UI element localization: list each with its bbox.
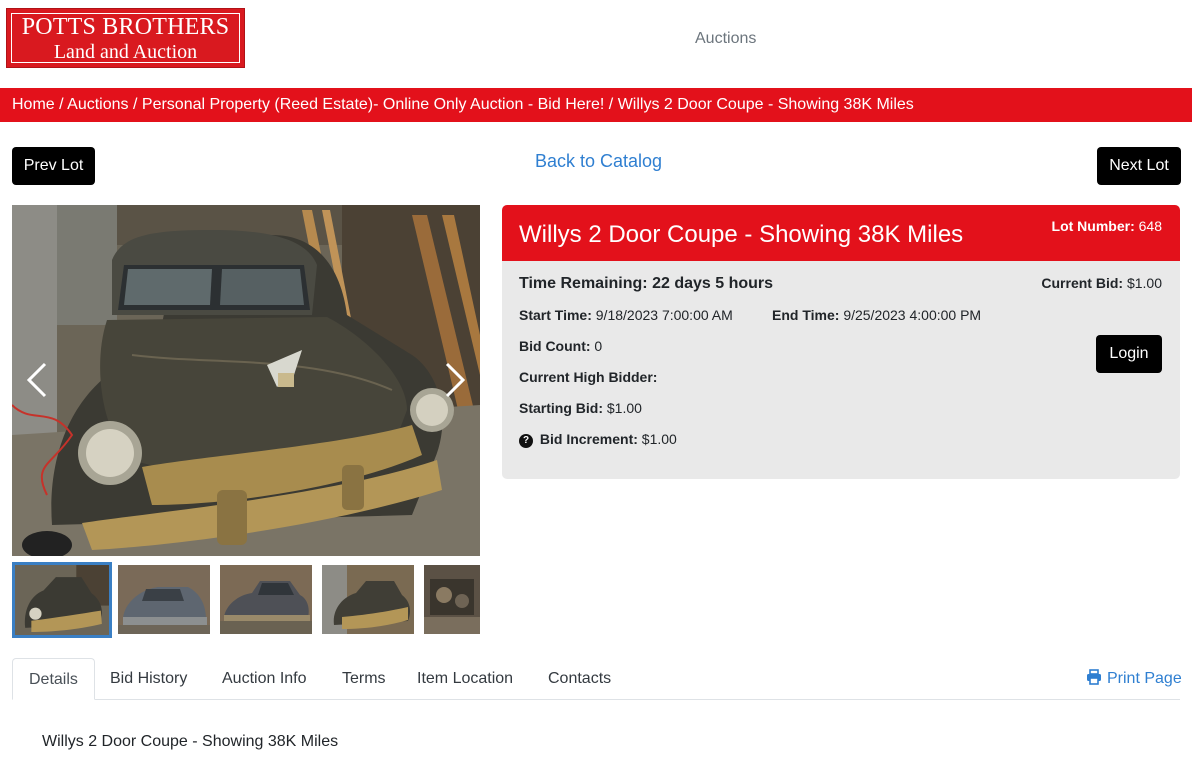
current-bid-value: $1.00 (1126, 275, 1162, 291)
breadcrumb-home[interactable]: Home (12, 96, 55, 113)
bid-increment-label: Bid Increment: (539, 431, 638, 447)
lot-title: Willys 2 Door Coupe - Showing 38K Miles (519, 221, 964, 248)
thumbnail-2[interactable] (118, 565, 210, 634)
thumbnail-3[interactable] (220, 565, 312, 634)
breadcrumb-auction[interactable]: Personal Property (Reed Estate)- Online … (142, 96, 604, 113)
time-remaining-value: 22 days 5 hours (652, 275, 774, 292)
tab-details[interactable]: Details (12, 658, 95, 700)
login-button[interactable]: Login (1096, 335, 1162, 373)
current-bid-label: Current Bid: (1041, 275, 1124, 291)
site-logo[interactable]: POTTS BROTHERS Land and Auction (6, 8, 245, 68)
print-page-link[interactable]: Print Page (1086, 669, 1182, 688)
prev-lot-button[interactable]: Prev Lot (12, 147, 95, 185)
lot-number: Lot Number: 648 (1052, 218, 1162, 234)
nav-auctions-link[interactable]: Auctions (695, 30, 756, 48)
bid-increment-value: $1.00 (641, 431, 677, 447)
print-page-label: Print Page (1107, 670, 1182, 687)
time-remaining-label: Time Remaining: (519, 275, 648, 292)
tab-bid-history[interactable]: Bid History (110, 658, 187, 700)
start-time-value: 9/18/2023 7:00:00 AM (595, 307, 733, 323)
current-bid: Current Bid: $1.00 (1041, 275, 1162, 291)
thumbnail-4[interactable] (322, 565, 414, 634)
breadcrumb: Home / Auctions / Personal Property (Ree… (0, 88, 1192, 122)
logo-line-1: POTTS BROTHERS (21, 13, 230, 40)
tab-auction-info[interactable]: Auction Info (222, 658, 307, 700)
tab-item-location[interactable]: Item Location (417, 658, 513, 700)
end-time-value: 9/25/2023 4:00:00 PM (843, 307, 982, 323)
item-description: Willys 2 Door Coupe - Showing 38K Miles (42, 733, 339, 750)
breadcrumb-auctions[interactable]: Auctions (67, 96, 128, 113)
starting-bid: Starting Bid: $1.00 (519, 400, 642, 416)
chevron-right-icon[interactable] (443, 360, 467, 400)
logo-line-2: Land and Auction (53, 40, 198, 63)
start-time-label: Start Time: (519, 307, 592, 323)
start-time: Start Time: 9/18/2023 7:00:00 AM (519, 307, 733, 323)
end-time: End Time: 9/25/2023 4:00:00 PM (772, 307, 981, 323)
main-lot-image[interactable] (12, 205, 480, 556)
chevron-left-icon[interactable] (25, 360, 49, 400)
bid-count-value: 0 (594, 338, 603, 354)
breadcrumb-separator: / (608, 96, 614, 113)
tab-contacts[interactable]: Contacts (548, 658, 611, 700)
lot-number-value: 648 (1138, 218, 1162, 234)
thumbnail-1[interactable] (12, 562, 112, 638)
starting-bid-label: Starting Bid: (519, 400, 603, 416)
lot-number-label: Lot Number: (1051, 218, 1135, 234)
next-lot-button[interactable]: Next Lot (1097, 147, 1181, 185)
thumbnail-5[interactable] (424, 565, 480, 634)
back-to-catalog-link[interactable]: Back to Catalog (535, 151, 662, 172)
lot-info-panel: Willys 2 Door Coupe - Showing 38K Miles … (502, 205, 1180, 479)
high-bidder-label: Current High Bidder: (519, 369, 658, 385)
breadcrumb-separator: / (132, 96, 138, 113)
bid-increment: ? Bid Increment: $1.00 (519, 431, 677, 448)
current-high-bidder: Current High Bidder: (519, 369, 657, 385)
bid-count-label: Bid Count: (519, 338, 591, 354)
bid-count: Bid Count: 0 (519, 338, 602, 354)
time-remaining: Time Remaining: 22 days 5 hours (519, 275, 773, 293)
breadcrumb-separator: / (59, 96, 64, 113)
tab-terms[interactable]: Terms (342, 658, 386, 700)
printer-icon (1087, 669, 1101, 685)
question-circle-icon[interactable]: ? (519, 434, 533, 448)
breadcrumb-current-lot: Willys 2 Door Coupe - Showing 38K Miles (617, 96, 914, 113)
end-time-label: End Time: (772, 307, 840, 323)
lot-header: Willys 2 Door Coupe - Showing 38K Miles … (502, 205, 1180, 261)
starting-bid-value: $1.00 (606, 400, 642, 416)
